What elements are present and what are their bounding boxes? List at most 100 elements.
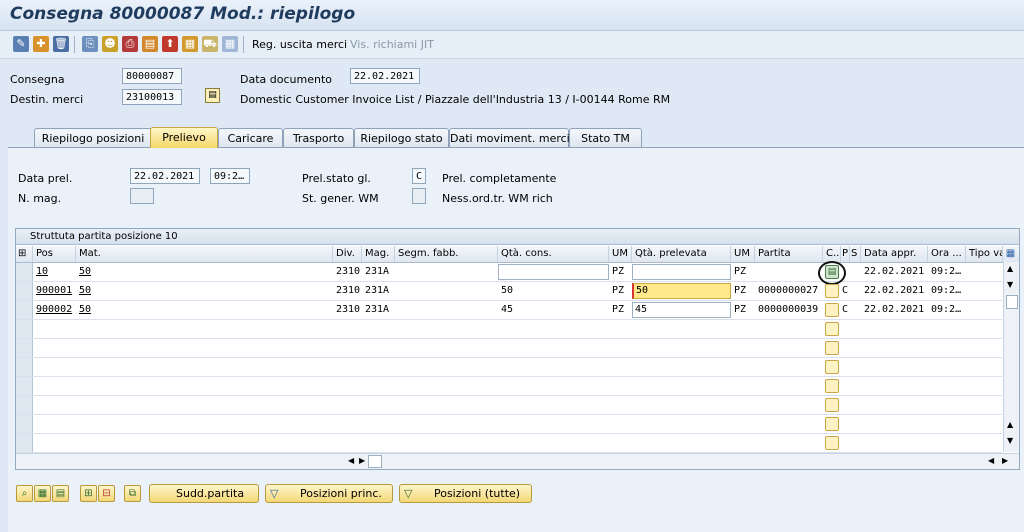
cell-mat[interactable]: 50 <box>76 282 176 300</box>
column-settings-icon[interactable]: ⊞ <box>16 246 33 262</box>
col-segm[interactable]: Segm. fabb. <box>395 246 498 262</box>
row-selector[interactable] <box>16 301 33 319</box>
col-c[interactable]: C... <box>823 246 841 262</box>
output-icon[interactable]: ▤ <box>142 36 158 52</box>
col-mag[interactable]: Mag. <box>362 246 395 262</box>
col-qty[interactable]: Qtà. cons. <box>498 246 609 262</box>
empty-row[interactable] <box>16 415 1002 434</box>
overall-status-field[interactable]: C <box>412 168 426 184</box>
tab-picking[interactable]: Prelievo <box>150 127 218 148</box>
insert-row-button[interactable]: ⊞ <box>80 485 97 502</box>
batch-checkbox[interactable] <box>825 436 839 450</box>
scroll-right-icon[interactable]: ▶ <box>1002 456 1008 465</box>
batch-checkbox[interactable] <box>825 398 839 412</box>
select-all-button[interactable]: ▦ <box>34 485 51 502</box>
split-batch-button[interactable]: Sudd.partita <box>149 484 259 503</box>
batch-checkbox[interactable] <box>825 417 839 431</box>
batch-checkbox[interactable] <box>825 379 839 393</box>
scroll-up-icon[interactable]: ▲ <box>1007 420 1013 429</box>
col-batch[interactable]: Partita <box>755 246 823 262</box>
empty-row[interactable] <box>16 320 1002 339</box>
vertical-scrollbar[interactable]: ▲ ▼ ▲ ▼ <box>1003 262 1019 452</box>
row-selector[interactable] <box>16 358 33 376</box>
horizontal-scrollbar[interactable]: ◀ ▶ ◀ ▶ <box>16 453 1019 469</box>
col-div[interactable]: Div. <box>333 246 362 262</box>
tab-goods-movement[interactable]: Dati moviment. merci <box>449 128 570 147</box>
table-row[interactable]: 900002 50 2310 231A 45 PZ 45 PZ 00000000… <box>16 301 1002 320</box>
zoom-detail-button[interactable]: ⌕ <box>16 485 33 502</box>
row-selector[interactable] <box>16 282 33 300</box>
cell-picked-input[interactable]: 45 <box>632 302 731 318</box>
row-selector[interactable] <box>16 263 33 281</box>
pick-time-field[interactable]: 09:2… <box>210 168 250 184</box>
partner-icon[interactable]: ☻ <box>102 36 118 52</box>
table-row[interactable]: 900001 50 2310 231A 50 PZ 50 PZ 00000000… <box>16 282 1002 301</box>
cell-pos[interactable]: 10 <box>33 263 76 281</box>
empty-row[interactable] <box>16 377 1002 396</box>
table-row[interactable]: 10 50 2310 231A PZ PZ ▤ 22.02.2021 09:2… <box>16 261 1002 285</box>
scroll-right-icon[interactable]: ▶ <box>359 456 365 465</box>
col-s[interactable]: S <box>850 246 861 262</box>
tab-items-overview[interactable]: Riepilogo posizioni <box>34 128 152 147</box>
cell-pos[interactable]: 900002 <box>33 301 76 319</box>
doc-date-field[interactable]: 22.02.2021 <box>350 68 420 84</box>
tab-loading[interactable]: Caricare <box>218 128 283 147</box>
cell-mat[interactable]: 50 <box>76 263 176 281</box>
address-icon[interactable]: ▤ <box>205 88 220 103</box>
cell-picked-input[interactable] <box>632 264 731 280</box>
col-type[interactable]: Tipo va <box>966 246 1003 262</box>
scroll-down-icon[interactable]: ▼ <box>1007 280 1013 289</box>
row-selector[interactable] <box>16 434 33 452</box>
row-selector[interactable] <box>16 396 33 414</box>
col-mat[interactable]: Mat. <box>76 246 333 262</box>
pick-date-field[interactable]: 22.02.2021 <box>130 168 200 184</box>
row-selector[interactable] <box>16 320 33 338</box>
deselect-all-button[interactable]: ▤ <box>52 485 69 502</box>
create-icon[interactable]: ✚ <box>33 36 49 52</box>
row-selector[interactable] <box>16 339 33 357</box>
print-icon[interactable]: ⎙ <box>122 36 138 52</box>
batch-checkbox[interactable] <box>825 303 839 317</box>
table-icon[interactable]: ▦ <box>222 36 238 52</box>
row-selector[interactable] <box>16 415 33 433</box>
tab-transport[interactable]: Trasporto <box>283 128 354 147</box>
main-items-button[interactable]: ▽ Posizioni princ. <box>265 484 393 503</box>
col-p[interactable]: P <box>841 246 850 262</box>
col-date[interactable]: Data appr. <box>861 246 928 262</box>
cell-picked-input[interactable]: 50 <box>632 283 731 299</box>
cell-mat[interactable]: 50 <box>76 301 176 319</box>
batch-checkbox[interactable] <box>825 341 839 355</box>
col-pos[interactable]: Pos <box>33 246 76 262</box>
empty-row[interactable] <box>16 396 1002 415</box>
row-selector[interactable] <box>16 377 33 395</box>
batch-checkbox[interactable] <box>825 360 839 374</box>
copy-row-button[interactable]: ⧉ <box>124 485 141 502</box>
col-um2[interactable]: UM <box>731 246 755 262</box>
tab-tm-status[interactable]: Stato TM <box>569 128 642 147</box>
delivery-field[interactable]: 80000087 <box>122 68 182 84</box>
empty-row[interactable] <box>16 339 1002 358</box>
delete-icon[interactable]: 🗑 <box>53 36 69 52</box>
empty-row[interactable] <box>16 358 1002 377</box>
pick-icon[interactable]: ⬆ <box>162 36 178 52</box>
delete-row-button[interactable]: ⊟ <box>98 485 115 502</box>
batch-checkbox[interactable] <box>825 284 839 298</box>
goods-issue-button[interactable]: Reg. uscita merci <box>252 38 347 51</box>
scroll-left-icon[interactable]: ◀ <box>988 456 994 465</box>
scroll-thumb[interactable] <box>368 455 382 468</box>
col-time[interactable]: Ora ... <box>928 246 966 262</box>
all-items-button[interactable]: ▽ Posizioni (tutte) <box>399 484 532 503</box>
tab-status-overview[interactable]: Riepilogo stato <box>354 128 449 147</box>
transport-icon[interactable]: ⛟ <box>202 36 218 52</box>
scroll-up-icon[interactable]: ▲ <box>1007 264 1013 273</box>
load-icon[interactable]: ▦ <box>182 36 198 52</box>
cell-pos[interactable]: 900001 <box>33 282 76 300</box>
layout-icon[interactable]: ▦ <box>1003 246 1018 262</box>
batch-checkbox[interactable] <box>825 322 839 336</box>
wm-status-field[interactable] <box>412 188 426 204</box>
warehouse-field[interactable] <box>130 188 154 204</box>
empty-row[interactable] <box>16 434 1002 453</box>
ship-to-field[interactable]: 23100013 <box>122 89 182 105</box>
col-um[interactable]: UM <box>609 246 632 262</box>
edit-icon[interactable]: ✎ <box>13 36 29 52</box>
